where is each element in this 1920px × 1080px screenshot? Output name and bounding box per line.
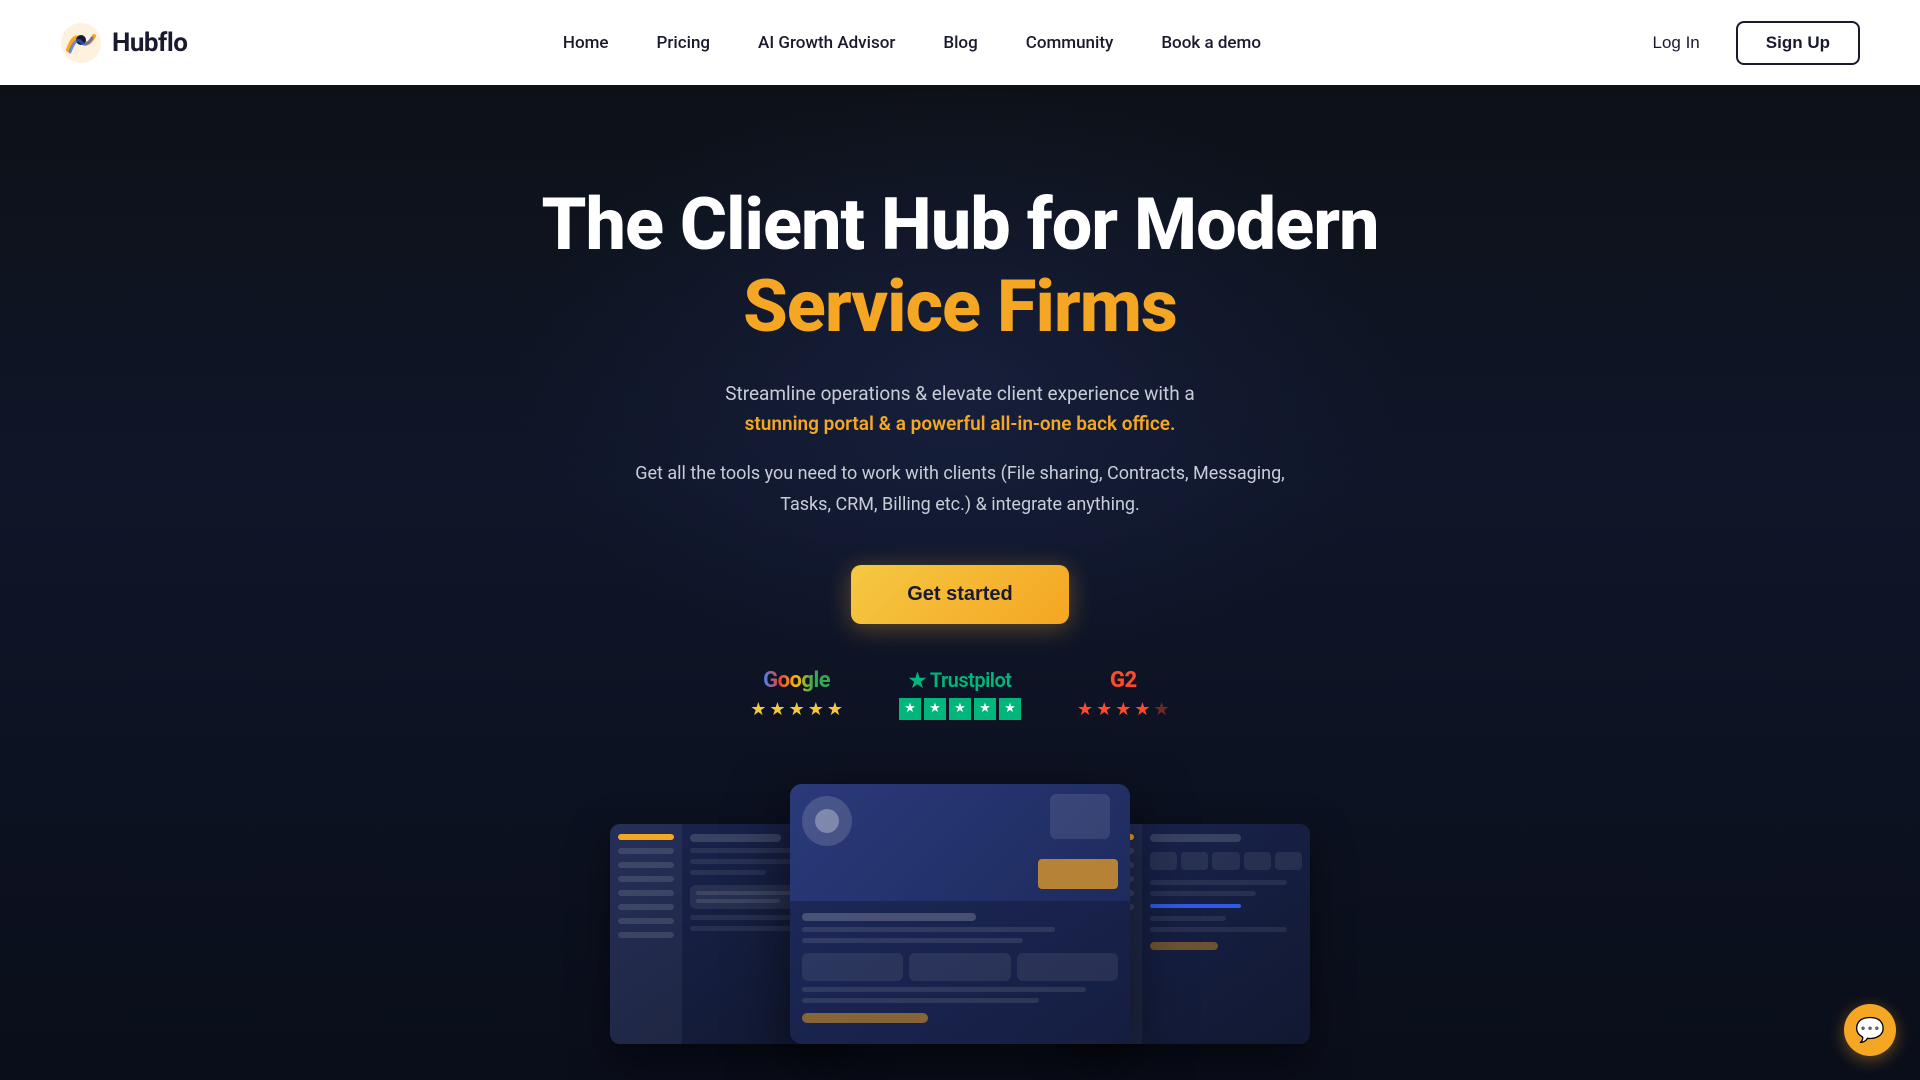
trustpilot-logo: ★ Trustpilot bbox=[908, 668, 1011, 692]
g2-star-2: ★ bbox=[1096, 699, 1112, 720]
hero-subtitle-plain: Streamline operations & elevate client e… bbox=[725, 382, 1195, 405]
hero-section: The Client Hub for Modern Service Firms … bbox=[0, 85, 1920, 1080]
nav-item-book-demo[interactable]: Book a demo bbox=[1161, 33, 1261, 53]
mockup-line-2 bbox=[690, 859, 796, 864]
g2-rating: G2 ★ ★ ★ ★ ★ bbox=[1077, 668, 1170, 720]
google-rating: Google ★ ★ ★ ★ ★ bbox=[750, 668, 843, 720]
r-mockup-line-2 bbox=[1150, 891, 1256, 896]
hero-content: The Client Hub for Modern Service Firms … bbox=[541, 185, 1378, 720]
ratings-row: Google ★ ★ ★ ★ ★ ★ Trustpilot ★ ★ ★ ★ ★ bbox=[541, 668, 1378, 720]
nav-item-home[interactable]: Home bbox=[563, 33, 609, 53]
nav-item-community[interactable]: Community bbox=[1026, 33, 1114, 53]
g2-star-1: ★ bbox=[1077, 699, 1093, 720]
star-3: ★ bbox=[789, 699, 805, 720]
tp-star-4: ★ bbox=[974, 698, 996, 720]
get-started-button[interactable]: Get started bbox=[851, 565, 1069, 624]
google-stars: ★ ★ ★ ★ ★ bbox=[750, 699, 843, 720]
tp-star-1: ★ bbox=[899, 698, 921, 720]
mockup-center-content bbox=[790, 901, 1130, 1035]
g2-star-3: ★ bbox=[1115, 699, 1131, 720]
sidebar-item-4 bbox=[618, 890, 674, 896]
star-5: ★ bbox=[827, 699, 843, 720]
nav-item-ai-growth[interactable]: AI Growth Advisor bbox=[758, 33, 895, 53]
r-mockup-line-3 bbox=[1150, 916, 1226, 921]
g2-star-5: ★ bbox=[1154, 699, 1170, 720]
chat-widget[interactable]: 💬 bbox=[1844, 1004, 1896, 1056]
sidebar-item-active bbox=[618, 834, 674, 840]
mockup-line-3 bbox=[690, 870, 766, 875]
google-logo: Google bbox=[763, 668, 830, 693]
r-mockup-header bbox=[1150, 834, 1241, 842]
hubflo-logo-icon bbox=[60, 22, 102, 64]
g2-logo: G2 bbox=[1110, 668, 1137, 693]
trustpilot-rating: ★ Trustpilot ★ ★ ★ ★ ★ bbox=[899, 668, 1021, 720]
login-button[interactable]: Log In bbox=[1637, 23, 1716, 63]
r-mockup-line-1 bbox=[1150, 880, 1287, 885]
nav-link-blog[interactable]: Blog bbox=[943, 33, 977, 53]
nav-link-pricing[interactable]: Pricing bbox=[657, 33, 711, 53]
sidebar-item-7 bbox=[618, 932, 674, 938]
sidebar-item-3 bbox=[618, 876, 674, 882]
nav-link-community[interactable]: Community bbox=[1026, 33, 1114, 53]
hero-subtitle: Streamline operations & elevate client e… bbox=[541, 379, 1378, 440]
mockup-center bbox=[790, 784, 1130, 1044]
tp-star-3: ★ bbox=[949, 698, 971, 720]
chat-icon: 💬 bbox=[1855, 1016, 1885, 1044]
star-4: ★ bbox=[808, 699, 824, 720]
sidebar-item-2 bbox=[618, 862, 674, 868]
nav-link-book-demo[interactable]: Book a demo bbox=[1161, 33, 1261, 53]
star-1: ★ bbox=[750, 699, 766, 720]
trustpilot-stars: ★ ★ ★ ★ ★ bbox=[899, 698, 1021, 720]
nav-item-pricing[interactable]: Pricing bbox=[657, 33, 711, 53]
navbar: Hubflo Home Pricing AI Growth Advisor Bl… bbox=[0, 0, 1920, 85]
hero-title-line2: Service Firms bbox=[541, 264, 1378, 350]
hero-subtitle-accent: stunning portal & a powerful all-in-one … bbox=[745, 412, 1176, 435]
g2-star-4: ★ bbox=[1134, 699, 1150, 720]
sidebar-item-5 bbox=[618, 904, 674, 910]
nav-item-blog[interactable]: Blog bbox=[943, 33, 977, 53]
navbar-actions: Log In Sign Up bbox=[1637, 21, 1860, 65]
r-mockup-line-4 bbox=[1150, 927, 1287, 932]
tp-star-5: ★ bbox=[999, 698, 1021, 720]
star-2: ★ bbox=[769, 699, 785, 720]
mockup-line-5 bbox=[690, 926, 796, 931]
mockup-center-image bbox=[790, 784, 1130, 901]
logo-link[interactable]: Hubflo bbox=[60, 22, 187, 64]
hero-title-line1: The Client Hub for Modern bbox=[541, 182, 1378, 267]
tp-star-2: ★ bbox=[924, 698, 946, 720]
mockup-left-sidebar bbox=[610, 824, 682, 1044]
hero-title: The Client Hub for Modern Service Firms bbox=[541, 185, 1378, 351]
nav-link-home[interactable]: Home bbox=[563, 33, 609, 53]
nav-link-ai-growth[interactable]: AI Growth Advisor bbox=[758, 33, 895, 53]
g2-stars: ★ ★ ★ ★ ★ bbox=[1077, 699, 1170, 720]
sidebar-item-6 bbox=[618, 918, 674, 924]
mockup-right-main bbox=[1142, 824, 1310, 1044]
main-nav: Home Pricing AI Growth Advisor Blog Comm… bbox=[563, 33, 1261, 53]
sidebar-item-1 bbox=[618, 848, 674, 854]
signup-button[interactable]: Sign Up bbox=[1736, 21, 1860, 65]
card-line-2 bbox=[696, 899, 780, 903]
product-mockups bbox=[610, 784, 1310, 1064]
hero-description: Get all the tools you need to work with … bbox=[610, 459, 1310, 520]
logo-text: Hubflo bbox=[112, 28, 187, 58]
mockup-header-1 bbox=[690, 834, 781, 842]
